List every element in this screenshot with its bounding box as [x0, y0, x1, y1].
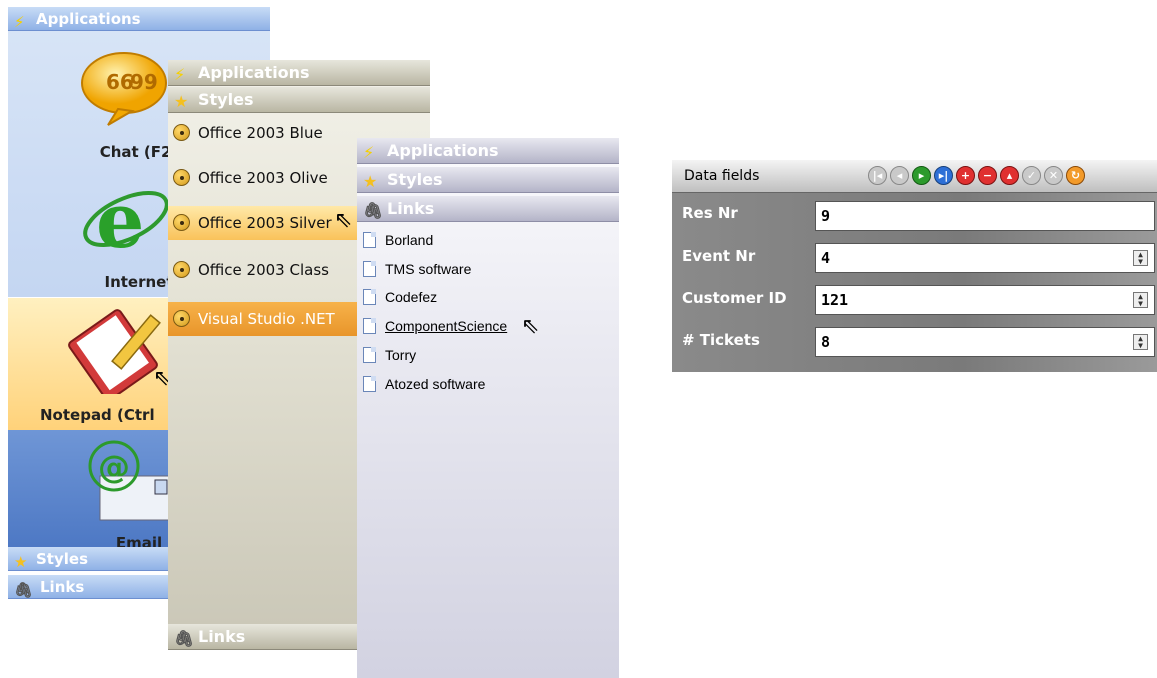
group-header-styles[interactable]: ★ Styles	[357, 167, 619, 193]
star-icon: ★	[363, 172, 378, 191]
svg-text:@: @	[98, 448, 130, 486]
paperclip-icon: 🖇	[174, 629, 195, 648]
customer-id-label: Customer ID	[682, 289, 787, 307]
outlook-bar-silver: ⚡ Applications ★ Styles 🖇 Links Borland …	[357, 138, 619, 678]
document-icon	[363, 347, 376, 363]
lightning-icon: ⚡	[363, 143, 375, 162]
document-icon	[363, 232, 376, 248]
mouse-cursor-icon: ⇖	[521, 313, 540, 338]
event-nr-field[interactable]: 4 ▲ ▼	[815, 243, 1155, 273]
link-item-borland[interactable]: Borland	[361, 227, 433, 253]
chat-bubble-icon: 66 99	[81, 52, 167, 126]
star-icon: ★	[14, 553, 28, 571]
link-item-tms-software[interactable]: TMS software	[361, 256, 471, 282]
res-nr-field[interactable]: 9	[815, 201, 1155, 231]
customer-id-field[interactable]: 121 ▲ ▼	[815, 285, 1155, 315]
nav-next-icon[interactable]: ▸	[912, 166, 931, 185]
nav-prior-icon[interactable]: ◂	[890, 166, 909, 185]
nav-first-icon[interactable]: |◂	[868, 166, 887, 185]
palette-icon	[173, 310, 190, 327]
document-icon	[363, 376, 376, 392]
paperclip-icon: 🖇	[363, 201, 384, 220]
mouse-cursor-icon: ⇖	[334, 208, 353, 233]
nav-insert-icon[interactable]: +	[956, 166, 975, 185]
data-fields-panel: Data fields |◂ ◂ ▸ ▸| + − ▴ ✓ ✕ ↻ Res Nr…	[672, 160, 1157, 372]
tickets-field[interactable]: 8 ▲ ▼	[815, 327, 1155, 357]
group-header-links[interactable]: 🖇 Links	[357, 196, 619, 222]
group-header-applications[interactable]: ⚡ Applications	[357, 138, 619, 164]
nav-delete-icon[interactable]: −	[978, 166, 997, 185]
palette-icon	[173, 214, 190, 231]
palette-icon	[173, 261, 190, 278]
nav-edit-icon[interactable]: ▴	[1000, 166, 1019, 185]
document-icon	[363, 289, 376, 305]
svg-text:e: e	[96, 176, 144, 261]
res-nr-label: Res Nr	[682, 204, 738, 222]
spin-button-icon[interactable]: ▲ ▼	[1133, 292, 1148, 308]
nav-post-icon[interactable]: ✓	[1022, 166, 1041, 185]
paperclip-icon: 🖇	[14, 581, 34, 599]
spin-button-icon[interactable]: ▲ ▼	[1133, 250, 1148, 266]
star-icon: ★	[174, 92, 189, 111]
email-icon: @	[88, 440, 173, 521]
event-nr-label: Event Nr	[682, 247, 756, 265]
svg-text:99: 99	[130, 70, 158, 94]
data-fields-title: Data fields	[684, 168, 760, 184]
data-fields-header: Data fields |◂ ◂ ▸ ▸| + − ▴ ✓ ✕ ↻	[672, 160, 1157, 193]
nav-cancel-icon[interactable]: ✕	[1044, 166, 1063, 185]
document-icon	[363, 261, 376, 277]
lightning-icon: ⚡	[174, 65, 186, 84]
link-item-torry[interactable]: Torry	[361, 342, 416, 368]
nav-last-icon[interactable]: ▸|	[934, 166, 953, 185]
link-item-codefez[interactable]: Codefez	[361, 284, 437, 310]
link-item-componentscience[interactable]: ComponentScience ⇖	[361, 313, 539, 339]
palette-icon	[173, 169, 190, 186]
tickets-label: # Tickets	[682, 331, 760, 349]
nav-refresh-icon[interactable]: ↻	[1066, 166, 1085, 185]
spin-button-icon[interactable]: ▲ ▼	[1133, 334, 1148, 350]
group-header-styles[interactable]: ★ Styles	[168, 87, 430, 113]
internet-explorer-icon: e	[83, 176, 169, 261]
link-item-atozed-software[interactable]: Atozed software	[361, 371, 485, 397]
group-header-applications[interactable]: ⚡ Applications	[8, 7, 270, 31]
palette-icon	[173, 124, 190, 141]
document-icon	[363, 318, 376, 334]
group-header-applications[interactable]: ⚡ Applications	[168, 60, 430, 86]
